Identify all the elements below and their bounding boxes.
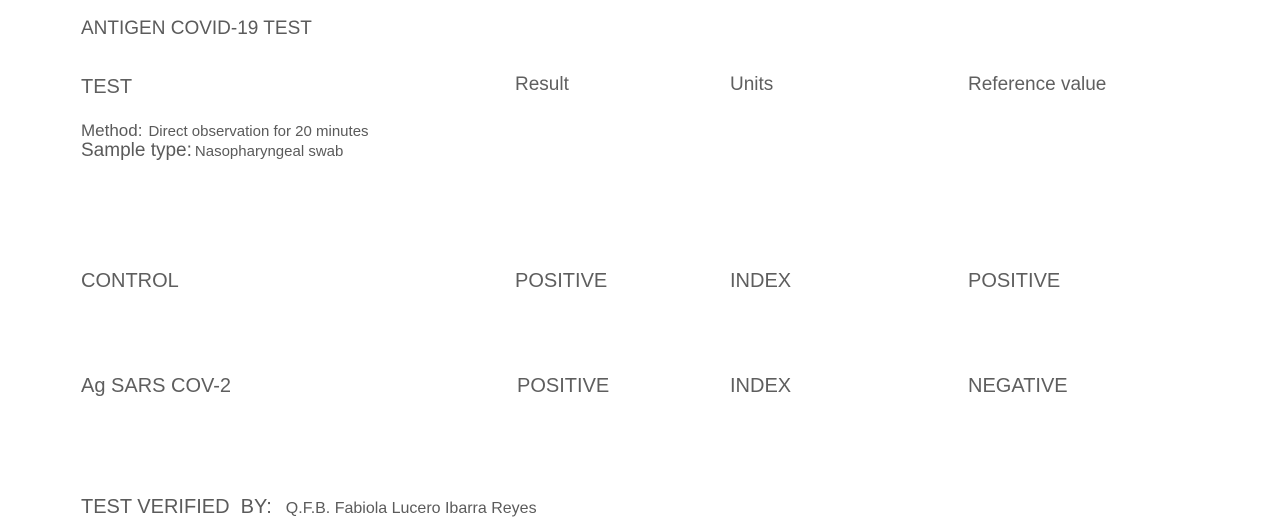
report-title: ANTIGEN COVID-19 TEST bbox=[81, 18, 312, 39]
verification-line: TEST VERIFIED BY: Q.F.B. Fabiola Lucero I… bbox=[81, 496, 537, 519]
header-reference: Reference value bbox=[968, 74, 1107, 95]
row-reference: POSITIVE bbox=[968, 270, 1061, 292]
header-units: Units bbox=[730, 74, 774, 95]
sample-value: Nasopharyngeal swab bbox=[194, 143, 344, 160]
row-units: INDEX bbox=[730, 270, 792, 292]
method-row: Method: Direct observation for 20 minutes bbox=[81, 122, 369, 141]
header-result: Result bbox=[515, 74, 569, 95]
row-test-name: Ag SARS COV-2 bbox=[81, 375, 232, 397]
row-units: INDEX bbox=[730, 375, 792, 397]
method-label: Method: bbox=[81, 121, 143, 140]
row-result: POSITIVE bbox=[517, 375, 610, 397]
sample-label: Sample type: bbox=[81, 140, 192, 161]
row-test-name: CONTROL bbox=[81, 270, 179, 292]
method-value: Direct observation for 20 minutes bbox=[148, 123, 369, 140]
header-test: TEST bbox=[81, 76, 133, 98]
row-reference: NEGATIVE bbox=[968, 375, 1068, 397]
row-result: POSITIVE bbox=[515, 270, 608, 292]
sample-row: Sample type: Nasopharyngeal swab bbox=[81, 140, 343, 163]
verified-by-label: TEST VERIFIED BY: bbox=[81, 496, 272, 518]
verifier-name: Q.F.B. Fabiola Lucero Ibarra Reyes bbox=[285, 500, 537, 517]
